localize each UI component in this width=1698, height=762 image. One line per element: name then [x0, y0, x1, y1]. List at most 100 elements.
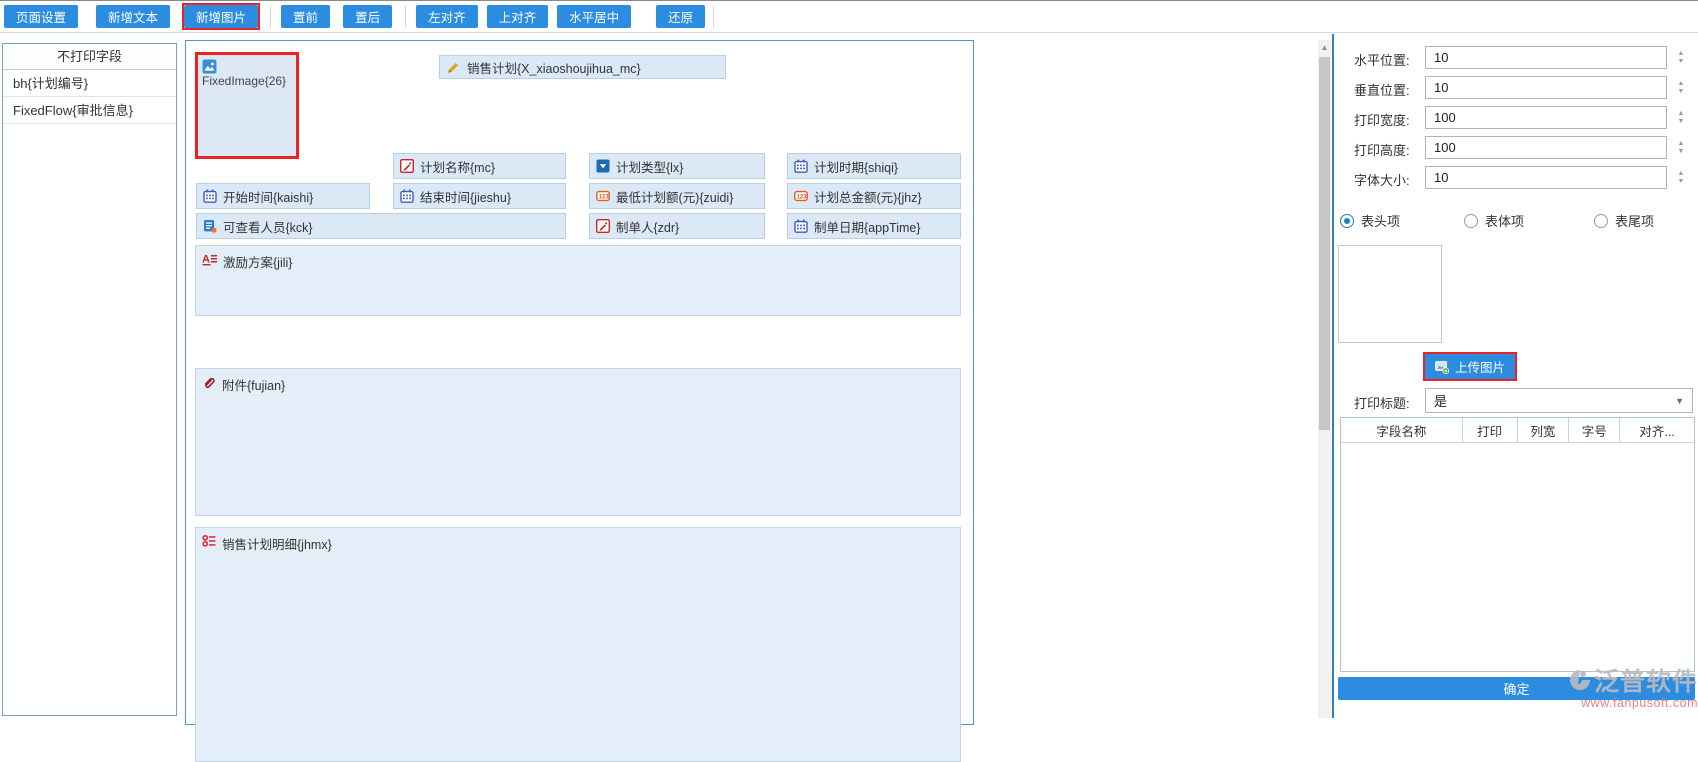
- number-icon: 123: [794, 189, 808, 203]
- field-plan-type[interactable]: 计划类型{lx}: [589, 153, 765, 179]
- sidebar-title: 不打印字段: [3, 44, 176, 70]
- vertical-scrollbar[interactable]: ▲: [1318, 40, 1331, 718]
- calendar-icon: [794, 219, 808, 233]
- toolbar-divider: [405, 6, 406, 28]
- spin-down-icon[interactable]: ▼: [1678, 58, 1685, 65]
- prop-row-horizontal-position: 水平位置: ▲▼: [1334, 46, 1698, 69]
- upload-highlight: 上传图片: [1423, 352, 1517, 381]
- radio-table-footer[interactable]: 表尾项: [1594, 211, 1654, 230]
- svg-text:A: A: [202, 254, 210, 266]
- col-field-name[interactable]: 字段名称: [1341, 418, 1463, 442]
- upload-image-icon: [1435, 360, 1449, 374]
- block-incentive-plan[interactable]: A 激励方案{jili}: [195, 245, 961, 316]
- field-plan-period[interactable]: 计划时期{shiqi}: [787, 153, 961, 179]
- block-label: 激励方案{jili}: [223, 252, 292, 271]
- attachment-icon: [202, 375, 216, 389]
- prop-label: 打印宽度:: [1354, 110, 1410, 129]
- center-horizontal-button[interactable]: 水平居中: [557, 5, 631, 28]
- radio-icon: [1594, 214, 1608, 228]
- block-label: 附件{fujian}: [222, 375, 285, 394]
- confirm-button[interactable]: 确定: [1338, 677, 1695, 700]
- spin-up-icon[interactable]: ▲: [1678, 50, 1685, 57]
- print-design-canvas: FixedImage{26} 销售计划{X_xiaoshoujihua_mc} …: [185, 40, 974, 725]
- field-label: 结束时间{jieshu}: [420, 187, 511, 206]
- sidebar-item-plan-number[interactable]: bh{计划编号}: [3, 70, 176, 97]
- field-label: 计划类型{lx}: [616, 157, 683, 176]
- richtext-icon: A: [202, 252, 217, 266]
- prop-row-print-height: 打印高度: ▲▼: [1334, 136, 1698, 159]
- font-size-input[interactable]: [1425, 166, 1667, 189]
- col-print[interactable]: 打印: [1463, 418, 1518, 442]
- block-attachment[interactable]: 附件{fujian}: [195, 368, 961, 516]
- image-preview-box: [1338, 245, 1442, 343]
- print-width-input[interactable]: [1425, 106, 1667, 129]
- spin-up-icon[interactable]: ▲: [1678, 170, 1685, 177]
- spin-down-icon[interactable]: ▼: [1678, 178, 1685, 185]
- field-end-time[interactable]: 结束时间{jieshu}: [393, 183, 566, 209]
- radio-table-body[interactable]: 表体项: [1464, 211, 1524, 230]
- send-back-button[interactable]: 置后: [343, 5, 392, 28]
- field-creator[interactable]: 制单人{zdr}: [589, 213, 765, 239]
- add-text-button[interactable]: 新增文本: [96, 5, 170, 28]
- print-title-value: 是: [1434, 391, 1447, 410]
- print-title-select[interactable]: 是 ▼: [1425, 388, 1693, 413]
- section-radio-group: 表头项 表体项 表尾项: [1334, 211, 1698, 227]
- number-icon: 123: [596, 189, 610, 203]
- calendar-icon: [400, 189, 414, 203]
- scroll-up-icon[interactable]: ▲: [1318, 40, 1331, 55]
- table-header-row: 字段名称 打印 列宽 字号 对齐...: [1341, 418, 1694, 443]
- upload-image-button[interactable]: 上传图片: [1425, 354, 1515, 379]
- print-title-label: 打印标题:: [1354, 393, 1410, 412]
- scrollbar-thumb[interactable]: [1319, 57, 1330, 430]
- col-font-size[interactable]: 字号: [1569, 418, 1620, 442]
- col-column-width[interactable]: 列宽: [1518, 418, 1570, 442]
- toolbar-divider: [270, 6, 271, 28]
- field-create-date[interactable]: 制单日期{appTime}: [787, 213, 961, 239]
- align-top-button[interactable]: 上对齐: [487, 5, 549, 28]
- spin-up-icon[interactable]: ▲: [1678, 80, 1685, 87]
- svg-text:123: 123: [599, 194, 610, 200]
- field-settings-table: 字段名称 打印 列宽 字号 对齐...: [1340, 417, 1695, 672]
- reset-button[interactable]: 还原: [656, 5, 705, 28]
- detail-list-icon: [202, 534, 216, 548]
- add-image-button[interactable]: 新增图片: [184, 5, 258, 28]
- vertical-position-input[interactable]: [1425, 76, 1667, 99]
- print-height-input[interactable]: [1425, 136, 1667, 159]
- bring-front-button[interactable]: 置前: [281, 5, 330, 28]
- block-sales-plan-detail[interactable]: 销售计划明细{jhmx}: [195, 527, 961, 762]
- spin-down-icon[interactable]: ▼: [1678, 88, 1685, 95]
- field-label: 可查看人员{kck}: [223, 217, 313, 236]
- col-align[interactable]: 对齐...: [1620, 418, 1694, 442]
- radio-label: 表体项: [1485, 211, 1524, 230]
- form-title-element[interactable]: 销售计划{X_xiaoshoujihua_mc}: [439, 55, 726, 79]
- sidebar-item-approval-info[interactable]: FixedFlow{审批信息}: [3, 97, 176, 124]
- fixed-image-element[interactable]: FixedImage{26}: [195, 52, 299, 159]
- field-plan-total-amount[interactable]: 123 计划总金额(元){jhz}: [787, 183, 961, 209]
- page-setup-button[interactable]: 页面设置: [4, 5, 78, 28]
- spin-down-icon[interactable]: ▼: [1678, 148, 1685, 155]
- field-start-time[interactable]: 开始时间{kaishi}: [196, 183, 370, 209]
- upload-label: 上传图片: [1455, 357, 1505, 376]
- calendar-icon: [203, 189, 217, 203]
- horizontal-position-input[interactable]: [1425, 46, 1667, 69]
- field-min-plan-amount[interactable]: 123 最低计划额(元){zuidi}: [589, 183, 765, 209]
- spin-down-icon[interactable]: ▼: [1678, 118, 1685, 125]
- prop-row-vertical-position: 垂直位置: ▲▼: [1334, 76, 1698, 99]
- svg-text:123: 123: [797, 194, 808, 200]
- chevron-down-icon: ▼: [1675, 396, 1684, 406]
- field-label: 制单人{zdr}: [616, 217, 679, 236]
- prop-label: 水平位置:: [1354, 50, 1410, 69]
- spin-up-icon[interactable]: ▲: [1678, 110, 1685, 117]
- field-plan-name[interactable]: 计划名称{mc}: [393, 153, 566, 179]
- radio-label: 表尾项: [1615, 211, 1654, 230]
- field-label: 制单日期{appTime}: [814, 217, 921, 236]
- align-left-button[interactable]: 左对齐: [416, 5, 478, 28]
- edit-icon: [596, 219, 610, 233]
- field-label: 计划时期{shiqi}: [814, 157, 898, 176]
- add-image-highlight: 新增图片: [182, 3, 260, 30]
- no-print-fields-panel: 不打印字段 bh{计划编号} FixedFlow{审批信息}: [2, 43, 177, 716]
- field-viewers[interactable]: 可查看人员{kck}: [196, 213, 566, 239]
- spin-up-icon[interactable]: ▲: [1678, 140, 1685, 147]
- radio-table-header[interactable]: 表头项: [1340, 211, 1400, 230]
- person-icon: [203, 219, 217, 233]
